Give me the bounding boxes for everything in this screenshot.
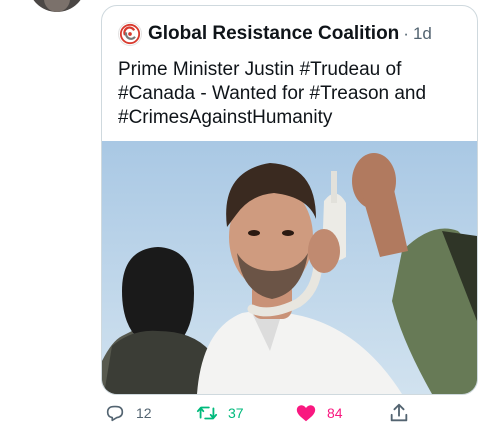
like-count: 84 bbox=[327, 405, 343, 421]
tweet-text: Prime Minister Justin #Trudeau of #Canad… bbox=[118, 58, 463, 130]
quoted-tweet-header: Global Resistance Coalition · 1d bbox=[118, 22, 432, 46]
retweet-icon bbox=[196, 406, 218, 420]
org-avatar[interactable] bbox=[118, 22, 142, 46]
like-button[interactable]: 84 bbox=[295, 398, 343, 428]
tweet-actions-bar: 12 37 84 bbox=[0, 398, 500, 428]
previous-tweet-avatar[interactable] bbox=[28, 0, 86, 12]
tweet-text-line: Prime Minister Justin #Trudeau of bbox=[118, 59, 402, 80]
reply-button[interactable]: 12 bbox=[104, 398, 152, 428]
quoted-tweet-card[interactable]: Global Resistance Coalition · 1d Prime M… bbox=[101, 5, 478, 395]
tweet-timestamp[interactable]: 1d bbox=[413, 24, 432, 44]
share-button[interactable] bbox=[388, 398, 410, 428]
retweet-button[interactable]: 37 bbox=[196, 398, 244, 428]
reply-count: 12 bbox=[136, 405, 152, 421]
heart-icon bbox=[296, 405, 316, 422]
avatar-face bbox=[44, 0, 70, 12]
reply-icon bbox=[106, 405, 124, 422]
header-separator: · bbox=[403, 24, 409, 43]
share-icon bbox=[390, 403, 408, 422]
tweet-text-line: #Canada - Wanted for #Treason and bbox=[118, 83, 427, 104]
tweet-text-line: #CrimesAgainstHumanity bbox=[118, 107, 333, 128]
retweet-count: 37 bbox=[228, 405, 244, 421]
tweet-media-image[interactable] bbox=[102, 141, 477, 394]
author-name[interactable]: Global Resistance Coalition bbox=[148, 23, 399, 45]
